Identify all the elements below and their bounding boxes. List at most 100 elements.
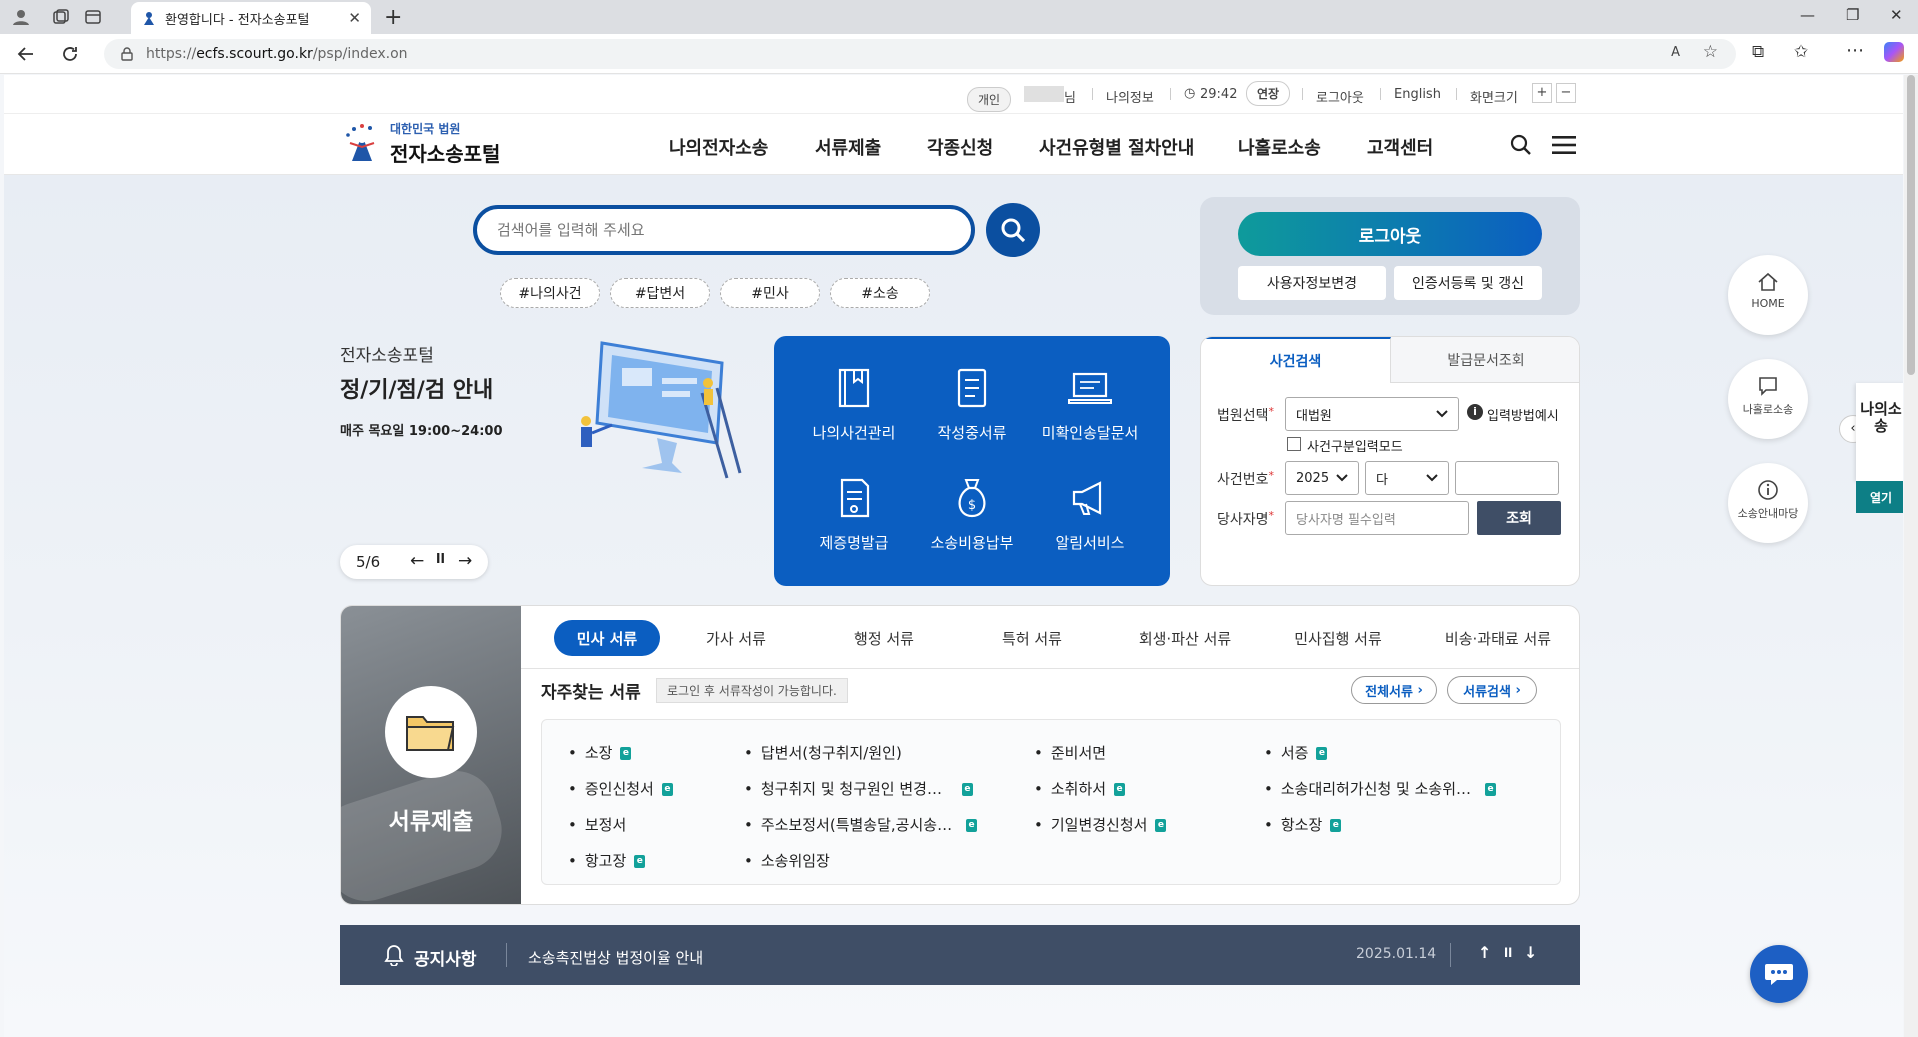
list-item[interactable]: 항소장e [1264, 814, 1342, 835]
chatbot-button[interactable] [1750, 945, 1808, 1003]
nav-procedure-guide[interactable]: 사건유형별 절차안내 [1039, 134, 1194, 160]
list-item[interactable]: 소송대리허가신청 및 소송위…e [1264, 778, 1496, 799]
search-button[interactable] [986, 203, 1040, 257]
close-window-icon[interactable]: ✕ [1890, 6, 1903, 24]
back-icon[interactable] [16, 44, 36, 64]
court-select[interactable]: 대법원 [1285, 397, 1459, 431]
list-item[interactable]: 소송위임장 [744, 850, 830, 871]
site-info-icon[interactable] [120, 47, 134, 61]
list-item[interactable]: 소장e [568, 742, 632, 763]
doc-search-button[interactable]: 서류검색 › [1447, 676, 1537, 704]
zoom-out-button[interactable]: − [1556, 83, 1576, 103]
search-icon[interactable] [1510, 134, 1532, 156]
party-name-input[interactable]: 당사자명 필수입력 [1285, 501, 1469, 535]
tab-issued-docs[interactable]: 발급문서조회 [1391, 337, 1579, 383]
list-item[interactable]: 보정서 [568, 814, 626, 835]
case-query-button[interactable]: 조회 [1477, 501, 1561, 535]
new-tab-icon[interactable]: + [384, 5, 402, 30]
restore-icon[interactable]: ❐ [1846, 6, 1859, 24]
notice-up-arrow-icon[interactable]: ↑ [1478, 943, 1491, 962]
scrollbar-thumb[interactable] [1907, 75, 1915, 375]
refresh-icon[interactable] [60, 44, 80, 64]
nav-customer-center[interactable]: 고객센터 [1367, 134, 1433, 160]
pause-icon[interactable]: ll [436, 552, 445, 567]
hamburger-menu-icon[interactable] [1552, 135, 1576, 155]
nav-document-submit[interactable]: 서류제출 [815, 134, 881, 160]
input-example-link[interactable]: 입력방법예시 [1487, 405, 1559, 424]
quick-label: 미확인송달문서 [1041, 424, 1139, 442]
tab-civil-docs[interactable]: 민사 서류 [554, 620, 660, 656]
search-input[interactable] [497, 221, 951, 239]
zoom-in-button[interactable]: + [1532, 83, 1552, 103]
notice-headline-link[interactable]: 소송촉진법상 법정이율 안내 [528, 947, 703, 968]
case-type-mode-checkbox[interactable] [1287, 437, 1301, 451]
list-item[interactable]: 증인신청서e [568, 778, 673, 799]
tab-civil-execution-docs[interactable]: 민사집행 서류 [1263, 620, 1413, 656]
extensions-icon[interactable]: ⧉ [1752, 42, 1764, 62]
notice-down-arrow-icon[interactable]: ↓ [1524, 943, 1537, 962]
logout-button[interactable]: 로그아웃 [1238, 212, 1542, 256]
favorite-star-icon[interactable]: ☆ [1703, 42, 1718, 62]
next-arrow-icon[interactable]: → [458, 551, 472, 571]
nav-applications[interactable]: 각종신청 [927, 134, 993, 160]
info-icon[interactable]: i [1467, 404, 1483, 420]
case-type-select[interactable]: 다 [1365, 461, 1449, 495]
tab-administrative-docs[interactable]: 행정 서류 [819, 620, 949, 656]
my-litigation-drawer[interactable]: 나의소송 [1856, 383, 1903, 481]
tab-family-docs[interactable]: 가사 서류 [671, 620, 801, 656]
extend-session-button[interactable]: 연장 [1246, 81, 1291, 106]
case-year-select[interactable]: 2025 [1285, 461, 1359, 495]
tab-noncontentious-docs[interactable]: 비송·과태료 서류 [1419, 620, 1577, 656]
quick-litigation-fee[interactable]: $ 소송비용납부 [912, 476, 1032, 553]
tab-actions-icon[interactable] [84, 8, 102, 26]
list-item[interactable]: 주소보정서(특별송달,공시송…e [744, 814, 978, 835]
logout-link[interactable]: 로그아웃 [1316, 87, 1364, 106]
minimize-icon[interactable]: — [1800, 6, 1815, 24]
tab-rehabilitation-docs[interactable]: 회생·파산 서류 [1115, 620, 1255, 656]
list-item[interactable]: 준비서면 [1034, 742, 1106, 763]
side-guide-button[interactable]: 소송안내마당 [1728, 463, 1808, 543]
more-menu-icon[interactable]: ⋯ [1846, 40, 1864, 61]
quick-my-case-management[interactable]: 나의사건관리 [794, 366, 914, 443]
favorites-icon[interactable]: ✩ [1794, 42, 1808, 62]
nav-self-litigation[interactable]: 나홀로소송 [1238, 134, 1321, 160]
side-home-button[interactable]: HOME [1728, 255, 1808, 335]
page-scrollbar[interactable] [1904, 75, 1918, 1037]
tab-case-search[interactable]: 사건검색 [1201, 337, 1391, 383]
list-item[interactable]: 소취하서e [1034, 778, 1126, 799]
collections-icon[interactable] [52, 8, 70, 26]
prev-arrow-icon[interactable]: ← [410, 551, 424, 571]
drawer-open-button[interactable]: 열기 [1856, 481, 1903, 513]
quick-drafts[interactable]: 작성중서류 [912, 366, 1032, 443]
banner-pager: 5/6 ← ll → [340, 545, 488, 579]
read-aloud-icon[interactable]: A [1671, 45, 1680, 60]
site-logo[interactable]: 대한민국 법원 전자소송포털 [340, 120, 500, 167]
quick-notification-service[interactable]: 알림서비스 [1030, 476, 1150, 553]
quick-unconfirmed-delivery[interactable]: 미확인송달문서 [1030, 366, 1150, 443]
notice-pause-icon[interactable]: ll [1504, 946, 1512, 960]
certificate-register-button[interactable]: 인증서등록 및 갱신 [1394, 266, 1542, 300]
english-link[interactable]: English [1394, 87, 1441, 102]
list-item[interactable]: 서증e [1264, 742, 1328, 763]
list-item[interactable]: 청구취지 및 청구원인 변경…e [744, 778, 973, 799]
case-serial-input[interactable] [1455, 461, 1559, 495]
tag-civil[interactable]: #민사 [720, 278, 820, 308]
side-self-litigation-button[interactable]: 나홀로소송 [1728, 359, 1808, 439]
list-item[interactable]: 항고장e [568, 850, 646, 871]
quick-certificate-issue[interactable]: 제증명발급 [794, 476, 914, 553]
list-item[interactable]: 기일변경신청서e [1034, 814, 1167, 835]
tag-my-case[interactable]: #나의사건 [500, 278, 600, 308]
list-item[interactable]: 답변서(청구취지/원인) [744, 742, 902, 763]
profile-icon[interactable] [12, 8, 30, 26]
all-docs-button[interactable]: 전체서류 › [1351, 676, 1437, 704]
close-tab-icon[interactable]: ✕ [348, 9, 361, 27]
my-info-link[interactable]: 나의정보 [1106, 87, 1154, 106]
tag-answer[interactable]: #답변서 [610, 278, 710, 308]
nav-my-ecfs[interactable]: 나의전자소송 [669, 134, 768, 160]
address-bar[interactable]: https://ecfs.scourt.go.kr/psp/index.on A… [104, 39, 1736, 69]
browser-tab-active[interactable]: 환영합니다 - 전자소송포털 ✕ [131, 2, 371, 34]
copilot-icon[interactable] [1884, 42, 1904, 62]
tab-patent-docs[interactable]: 특허 서류 [967, 620, 1097, 656]
tag-litigation[interactable]: #소송 [830, 278, 930, 308]
edit-user-info-button[interactable]: 사용자정보변경 [1238, 266, 1386, 300]
